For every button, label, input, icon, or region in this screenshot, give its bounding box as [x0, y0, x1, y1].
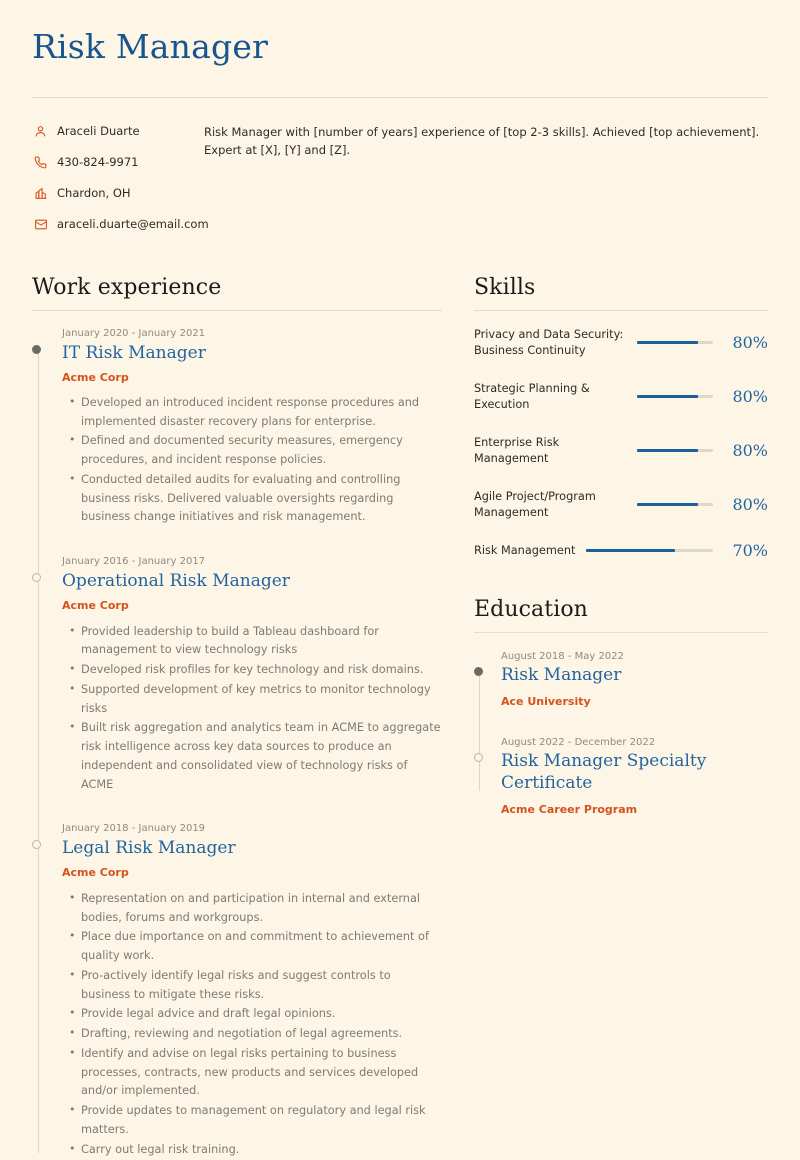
contact-name-text: Araceli Duarte — [57, 123, 140, 138]
skill-label: Privacy and Data Security: Business Cont… — [474, 327, 624, 357]
timeline-dot-hollow-icon — [474, 753, 483, 763]
skill-percent: 80% — [732, 494, 768, 514]
skills-heading: Skills — [474, 274, 536, 300]
work-entry-date: January 2016 - January 2017 — [62, 556, 206, 568]
skill-progress-bar — [637, 449, 713, 453]
work-entry-organization: Acme Corp — [62, 370, 129, 384]
list-item: Provide updates to management on regulat… — [69, 1101, 442, 1140]
list-item: Defined and documented security measures… — [69, 431, 442, 470]
list-item: Carry out legal risk training. — [69, 1140, 442, 1160]
timeline-dot-hollow-icon — [32, 573, 41, 583]
skill-percent: 80% — [732, 332, 768, 352]
list-item: Developed an introduced incident respons… — [69, 393, 442, 432]
list-item: Pro-actively identify legal risks and su… — [69, 966, 442, 1005]
list-item: Representation on and participation in i… — [69, 889, 442, 928]
work-entry-title: IT Risk Manager — [62, 342, 206, 363]
timeline-dot-filled-icon — [32, 344, 41, 354]
skill-percent: 80% — [732, 440, 768, 460]
skill-progress-bar — [637, 503, 713, 507]
list-item: Drafting, reviewing and negotiation of l… — [69, 1024, 442, 1044]
intro-section: Araceli Duarte 430-824-9971 Chardon, OH … — [32, 122, 768, 233]
work-experience-column: Work experience January 2020 - January 2… — [32, 275, 442, 1160]
list-item: Built risk aggregation and analytics tea… — [69, 718, 442, 794]
professional-summary: Risk Manager with [number of years] expe… — [204, 124, 760, 158]
work-entry-points: Provided leadership to build a Tableau d… — [62, 622, 442, 795]
skill-label: Risk Management — [474, 543, 576, 557]
contact-list: Araceli Duarte 430-824-9971 Chardon, OH … — [32, 122, 209, 233]
skill-label: Strategic Planning & Execution — [474, 381, 590, 411]
skill-row: Agile Project/Program Management 80% — [474, 489, 768, 521]
education-timeline: August 2018 - May 2022 Risk Manager Ace … — [474, 650, 768, 817]
work-entry: January 2016 - January 2017 Operational … — [32, 555, 442, 795]
education-entry-degree: Risk Manager — [501, 664, 622, 685]
work-experience-heading: Work experience — [32, 274, 222, 300]
contact-item-phone: 430-824-9971 — [32, 155, 204, 171]
work-timeline: January 2020 - January 2021 IT Risk Mana… — [32, 327, 442, 1160]
skill-label: Enterprise Risk Management — [474, 435, 560, 465]
contact-item-email: araceli.duarte@email.com — [32, 217, 209, 233]
contact-email-text: araceli.duarte@email.com — [57, 216, 209, 231]
education-entry-date: August 2022 - December 2022 — [501, 737, 656, 749]
skill-row: Enterprise Risk Management 80% — [474, 435, 768, 467]
list-item: Conducted detailed audits for evaluating… — [69, 470, 442, 527]
skills-list: Privacy and Data Security: Business Cont… — [474, 327, 768, 559]
work-entry-date: January 2020 - January 2021 — [62, 327, 206, 339]
work-entry-points: Developed an introduced incident respons… — [62, 393, 442, 527]
timeline-dot-filled-icon — [474, 666, 483, 676]
list-item: Identify and advise on legal risks perta… — [69, 1044, 442, 1101]
skill-progress-fill — [637, 395, 698, 399]
mail-icon — [32, 217, 49, 233]
page-title: Risk Manager — [32, 27, 269, 66]
skills-divider — [474, 309, 768, 311]
person-icon — [32, 124, 49, 140]
skill-progress-bar — [637, 341, 713, 345]
phone-icon — [32, 155, 49, 171]
skill-progress-fill — [586, 549, 676, 553]
contact-location-text: Chardon, OH — [57, 185, 131, 200]
body-columns: Work experience January 2020 - January 2… — [32, 275, 768, 1160]
city-icon — [32, 186, 49, 202]
skill-row: Strategic Planning & Execution 80% — [474, 381, 768, 413]
education-entry-institution: Ace University — [501, 695, 591, 709]
timeline-dot-hollow-icon — [32, 840, 41, 850]
education-entry: August 2018 - May 2022 Risk Manager Ace … — [474, 650, 768, 710]
list-item: Provided leadership to build a Tableau d… — [69, 622, 442, 661]
skill-percent: 70% — [732, 540, 768, 560]
skill-percent: 80% — [732, 386, 768, 406]
skill-label: Agile Project/Program Management — [474, 489, 596, 519]
education-divider — [474, 631, 768, 633]
work-entry: January 2018 - January 2019 Legal Risk M… — [32, 822, 442, 1160]
work-entry: January 2020 - January 2021 IT Risk Mana… — [32, 327, 442, 528]
work-entry-date: January 2018 - January 2019 — [62, 823, 206, 835]
resume-page: Risk Manager Araceli Duarte 430-824-9971… — [0, 27, 800, 1160]
education-entry-degree: Risk Manager Specialty Certificate — [501, 751, 707, 793]
work-entry-points: Representation on and participation in i… — [62, 889, 442, 1160]
skill-progress-fill — [637, 449, 698, 453]
list-item: Provide legal advice and draft legal opi… — [69, 1004, 442, 1024]
work-entry-title: Legal Risk Manager — [62, 838, 236, 859]
contact-item-location: Chardon, OH — [32, 186, 204, 202]
work-experience-divider — [32, 309, 442, 311]
sidebar-column: Skills Privacy and Data Security: Busine… — [442, 275, 768, 1160]
skill-row: Risk Management 70% — [474, 540, 768, 560]
contact-item-name: Araceli Duarte — [32, 124, 204, 140]
skill-progress-bar — [637, 395, 713, 399]
list-item: Developed risk profiles for key technolo… — [69, 660, 442, 680]
education-section: Education August 2018 - May 2022 Risk Ma… — [474, 597, 768, 817]
skill-progress-bar — [586, 549, 713, 553]
education-entry: August 2022 - December 2022 Risk Manager… — [474, 736, 768, 817]
contact-phone-text: 430-824-9971 — [57, 154, 139, 169]
education-entry-institution: Acme Career Program — [501, 802, 638, 816]
header-divider — [32, 96, 768, 98]
list-item: Place due importance on and commitment t… — [69, 927, 442, 966]
list-item: Supported development of key metrics to … — [69, 680, 442, 719]
work-entry-title: Operational Risk Manager — [62, 571, 290, 592]
education-entry-date: August 2018 - May 2022 — [501, 650, 624, 662]
work-entry-organization: Acme Corp — [62, 866, 129, 880]
skill-progress-fill — [637, 341, 698, 345]
work-entry-organization: Acme Corp — [62, 599, 129, 613]
skill-row: Privacy and Data Security: Business Cont… — [474, 327, 768, 359]
education-heading: Education — [474, 596, 588, 622]
skill-progress-fill — [637, 503, 698, 507]
